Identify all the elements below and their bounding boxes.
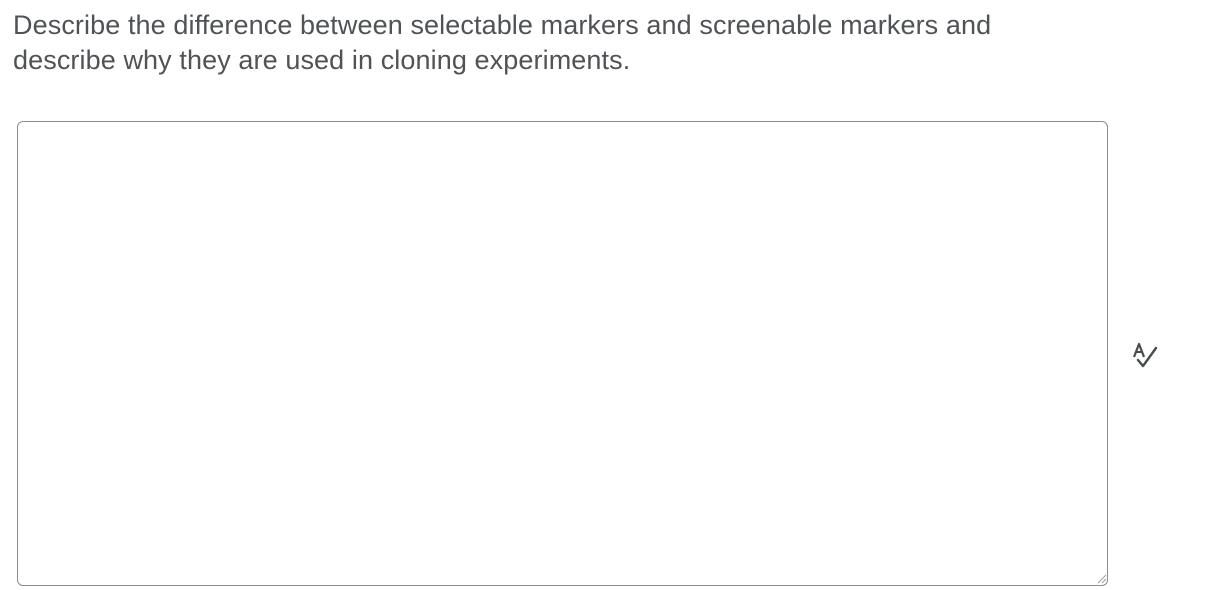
question-prompt: Describe the difference between selectab… xyxy=(13,10,992,75)
resize-handle-icon[interactable] xyxy=(1095,572,1107,584)
spellcheck-icon[interactable] xyxy=(1130,340,1160,370)
answer-textarea[interactable] xyxy=(17,121,1108,586)
